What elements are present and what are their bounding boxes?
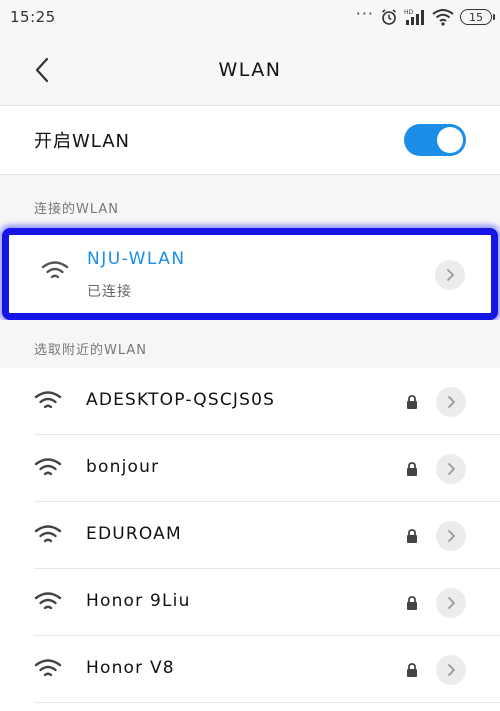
- network-details-button[interactable]: [436, 655, 466, 685]
- wifi-icon: [34, 591, 62, 617]
- lock-icon: [406, 595, 418, 614]
- network-details-button[interactable]: [436, 521, 466, 551]
- network-details-button[interactable]: [436, 387, 466, 417]
- battery-level: 15: [469, 10, 483, 24]
- back-chevron-icon: [35, 57, 49, 83]
- back-button[interactable]: [26, 54, 58, 86]
- wifi-icon: [34, 390, 62, 416]
- wlan-toggle-row[interactable]: 开启WLAN: [0, 106, 500, 174]
- network-name: EDUROAM: [86, 524, 182, 544]
- network-item[interactable]: Honor V8: [0, 636, 500, 703]
- connected-section-title: 连接的WLAN: [34, 202, 120, 217]
- status-time: 15:25: [10, 8, 56, 26]
- network-name: ADESKTOP-QSCJS0S: [86, 390, 276, 410]
- chevron-right-icon: [448, 664, 455, 676]
- wifi-icon: [41, 260, 69, 286]
- nearby-section-title: 选取附近的WLAN: [34, 343, 148, 358]
- alarm-icon: [380, 8, 398, 26]
- chevron-right-icon: [447, 269, 454, 281]
- network-item[interactable]: EDUROAM: [0, 502, 500, 569]
- hd-signal-icon: HD: [404, 8, 426, 26]
- lock-icon: [406, 461, 418, 480]
- lock-icon: [406, 528, 418, 547]
- connected-network-status: 已连接: [87, 284, 132, 300]
- network-item[interactable]: bonjour: [0, 435, 500, 502]
- status-bar: 15:25 ··· HD 15: [0, 0, 500, 34]
- network-name: bonjour: [86, 457, 160, 477]
- chevron-right-icon: [448, 463, 455, 475]
- wifi-icon: [34, 457, 62, 483]
- lock-icon: [406, 394, 418, 413]
- connected-network-name: NJU-WLAN: [87, 249, 186, 269]
- wifi-icon: [34, 524, 62, 550]
- chevron-right-icon: [448, 597, 455, 609]
- network-list: ADESKTOP-QSCJS0S bonjour EDUROAM Honor 9…: [0, 368, 500, 703]
- page-title: WLAN: [218, 59, 282, 81]
- row-divider: [34, 702, 500, 703]
- connected-network-item[interactable]: NJU-WLAN 已连接: [2, 228, 498, 320]
- wlan-toggle-switch[interactable]: [404, 124, 466, 156]
- network-name: Honor 9Liu: [86, 591, 191, 611]
- header: WLAN: [0, 34, 500, 106]
- chevron-right-icon: [448, 396, 455, 408]
- network-name: Honor V8: [86, 658, 175, 678]
- network-item[interactable]: ADESKTOP-QSCJS0S: [0, 368, 500, 435]
- toggle-knob: [437, 127, 463, 153]
- wlan-toggle-label: 开启WLAN: [34, 131, 131, 152]
- status-icons: ··· HD 15: [355, 4, 495, 26]
- more-dots-icon: ···: [355, 4, 374, 23]
- network-item[interactable]: Honor 9Liu: [0, 569, 500, 636]
- wifi-icon: [34, 658, 62, 684]
- network-details-button[interactable]: [435, 260, 465, 290]
- battery-icon: 15: [460, 9, 495, 25]
- network-details-button[interactable]: [436, 588, 466, 618]
- wifi-status-icon: [432, 8, 454, 26]
- network-details-button[interactable]: [436, 454, 466, 484]
- svg-text:HD: HD: [404, 9, 414, 16]
- lock-icon: [406, 662, 418, 681]
- chevron-right-icon: [448, 530, 455, 542]
